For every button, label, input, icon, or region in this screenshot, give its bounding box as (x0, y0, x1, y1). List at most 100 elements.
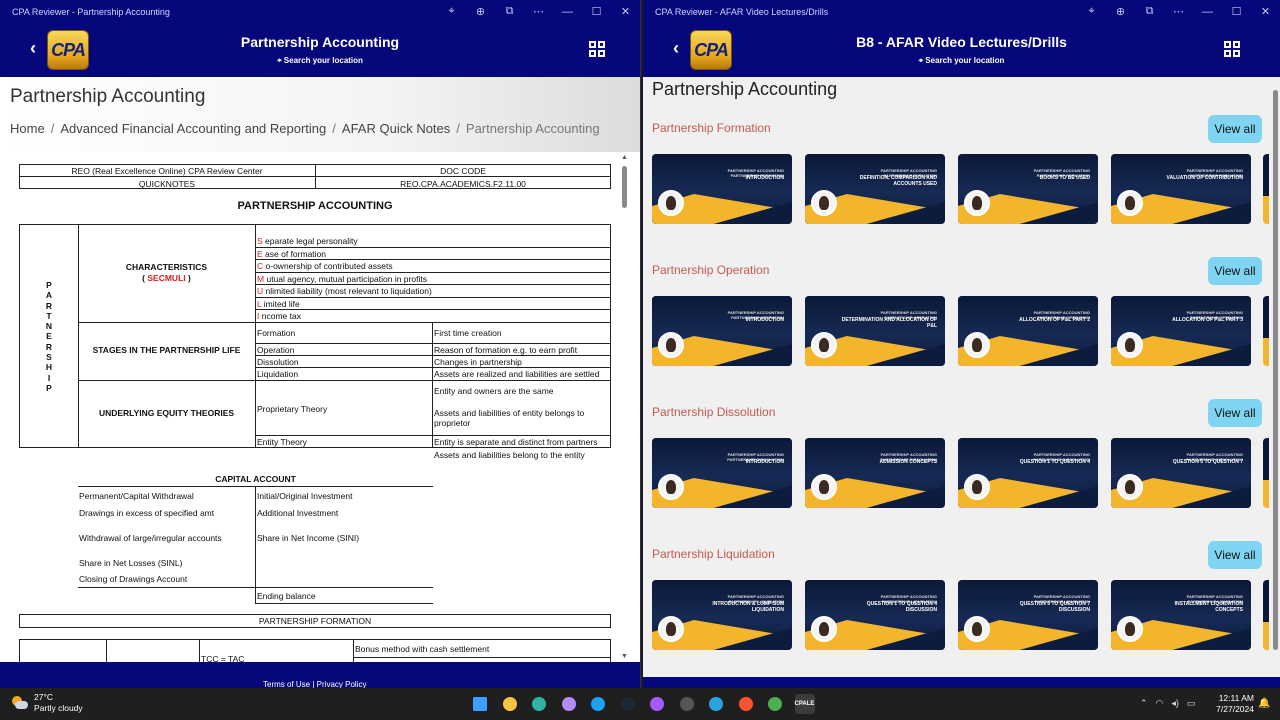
right-footer (643, 677, 1280, 688)
telegram-icon[interactable] (706, 694, 726, 714)
vertical-letter: S (46, 352, 52, 363)
breadcrumb-home[interactable]: Home (10, 121, 45, 136)
breadcrumb-afar[interactable]: Advanced Financial Accounting and Report… (60, 121, 326, 136)
stage-desc: Changes in partnership (434, 357, 522, 367)
section-title: Partnership Liquidation (652, 547, 775, 561)
cast-icon[interactable]: ⧉ (1135, 5, 1164, 18)
close-icon[interactable]: ✕ (611, 5, 640, 18)
cast-icon[interactable]: ⧉ (495, 5, 524, 18)
breadcrumb-quick-notes[interactable]: AFAR Quick Notes (342, 121, 450, 136)
app-drop-icon[interactable] (559, 694, 579, 714)
video-thumbnail[interactable]: PARTNERSHIP ACCOUNTING PARTNERSHIP OPERA… (1111, 296, 1251, 366)
instructor-avatar (964, 332, 990, 358)
video-title: QUESTION 5 TO QUESTION 7 (1172, 459, 1243, 465)
file-explorer-icon[interactable] (500, 694, 520, 714)
minimize-icon[interactable]: — (553, 6, 582, 18)
maximize-icon[interactable]: ☐ (1222, 5, 1251, 18)
weather-widget[interactable]: 27°C Partly cloudy (12, 692, 83, 714)
stage-name: Liquidation (257, 369, 299, 379)
characteristic-item: I ncome tax (257, 311, 301, 321)
scroll-thumb[interactable] (622, 166, 627, 208)
document-viewer[interactable]: REO (Real Excellence Online) CPA Review … (0, 152, 620, 662)
video-thumbnail[interactable]: PARTNERSHIP ACCOUNTING PARTNERSHIP FORMA… (1111, 154, 1251, 224)
vertical-letter: N (45, 321, 53, 332)
view-all-button[interactable]: View all (1208, 541, 1262, 569)
video-thumbnail-partial[interactable] (1263, 296, 1269, 366)
privacy-link[interactable]: Privacy Policy (317, 680, 367, 688)
messenger-icon[interactable] (647, 694, 667, 714)
maximize-icon[interactable]: ☐ (582, 5, 611, 18)
instructor-avatar (658, 616, 684, 642)
video-thumbnail[interactable]: PARTNERSHIP ACCOUNTING PARTNERSHIP DISSO… (1111, 438, 1251, 508)
video-thumbnail[interactable]: PARTNERSHIP ACCOUNTING PARTNERSHIP FORMA… (652, 154, 792, 224)
video-title: INTRODUCTION (745, 459, 784, 465)
view-all-button[interactable]: View all (1208, 399, 1262, 427)
video-thumbnail[interactable]: PARTNERSHIP ACCOUNTING PARTNERSHIP DISSO… (652, 438, 792, 508)
scroll-down-icon[interactable]: ▼ (621, 653, 628, 660)
video-thumbnail[interactable]: PARTNERSHIP ACCOUNTING PARTNERSHIP FORMA… (805, 154, 945, 224)
video-thumbnail[interactable]: PARTNERSHIP ACCOUNTING PARTNERSHIP LIQUI… (958, 580, 1098, 650)
window-title: CPA Reviewer - Partnership Accounting (12, 6, 170, 17)
video-thumbnail[interactable]: PARTNERSHIP ACCOUNTING PARTNERSHIP OPERA… (805, 296, 945, 366)
grid-menu-icon[interactable] (1224, 41, 1240, 57)
entity-desc-2: Assets and liabilities belong to the ent… (434, 450, 585, 460)
right-scrollbar[interactable] (1270, 77, 1280, 677)
more-icon[interactable]: ⋯ (1164, 5, 1193, 18)
video-thumbnail[interactable]: PARTNERSHIP ACCOUNTING PARTNERSHIP LIQUI… (1111, 580, 1251, 650)
location-search[interactable]: ⌖ Search your location (643, 56, 1280, 66)
battery-icon[interactable]: ▭ (1187, 698, 1196, 709)
video-thumbnail[interactable]: PARTNERSHIP ACCOUNTING PARTNERSHIP LIQUI… (652, 580, 792, 650)
view-all-button[interactable]: View all (1208, 257, 1262, 285)
zoom-icon[interactable]: ⊕ (1106, 5, 1135, 18)
characteristic-item: E ase of formation (257, 249, 326, 259)
location-search[interactable]: ⌖ Search your location (0, 56, 640, 66)
video-thumbnail[interactable]: PARTNERSHIP ACCOUNTING PARTNERSHIP LIQUI… (805, 580, 945, 650)
video-thumbnail-partial[interactable] (1263, 154, 1269, 224)
terms-link[interactable]: Terms of Use (263, 680, 310, 688)
video-thumbnail[interactable]: PARTNERSHIP ACCOUNTING PARTNERSHIP FORMA… (958, 154, 1098, 224)
location-pin-icon[interactable]: ⌖ (1077, 5, 1106, 18)
stage-name: Dissolution (257, 357, 299, 367)
instructor-avatar (1117, 474, 1143, 500)
instructor-avatar (658, 332, 684, 358)
characteristic-text: ase of formation (265, 249, 326, 259)
volume-icon[interactable]: ◂) (1171, 698, 1179, 709)
system-tray[interactable]: ⌃ ◠ ◂) ▭ (1140, 698, 1195, 709)
chrome-icon[interactable] (765, 694, 785, 714)
left-appbar: ‹ CPA Partnership Accounting ⌖ Search yo… (0, 23, 640, 77)
scroll-up-icon[interactable]: ▲ (621, 154, 628, 161)
skype-icon[interactable] (588, 694, 608, 714)
video-thumbnail-partial[interactable] (1263, 580, 1269, 650)
video-thumbnail[interactable]: PARTNERSHIP ACCOUNTING PARTNERSHIP DISSO… (958, 438, 1098, 508)
instructor-avatar (964, 190, 990, 216)
scroll-thumb[interactable] (1273, 90, 1278, 650)
characteristic-text: eparate legal personality (265, 236, 358, 246)
edge-icon[interactable] (529, 694, 549, 714)
video-thumbnail[interactable]: PARTNERSHIP ACCOUNTING PARTNERSHIP OPERA… (958, 296, 1098, 366)
brave-icon[interactable] (736, 694, 756, 714)
grid-menu-icon[interactable] (589, 41, 605, 57)
stages-label: STAGES IN THE PARTNERSHIP LIFE (92, 345, 241, 355)
video-thumbnail[interactable]: PARTNERSHIP ACCOUNTING PARTNERSHIP DISSO… (805, 438, 945, 508)
breadcrumb-current: Partnership Accounting (465, 121, 600, 136)
video-thumbnail-partial[interactable] (1263, 438, 1269, 508)
cube-app-icon[interactable] (677, 694, 697, 714)
view-all-button[interactable]: View all (1208, 115, 1262, 143)
cpa-app-icon[interactable]: CPALE (794, 694, 815, 714)
more-icon[interactable]: ⋯ (524, 5, 553, 18)
location-pin-icon[interactable]: ⌖ (437, 5, 466, 18)
capital-debit-item: Closing of Drawings Account (79, 574, 188, 584)
steam-icon[interactable] (618, 694, 638, 714)
document-scrollbar[interactable]: ▲ ▼ (620, 152, 630, 662)
clock[interactable]: 12:11 AM 7/27/2024 (1208, 693, 1254, 715)
wifi-icon[interactable]: ◠ (1156, 698, 1164, 709)
windows-start-icon[interactable] (470, 694, 490, 714)
video-thumbnail[interactable]: PARTNERSHIP ACCOUNTING PARTNERSHIP OPERA… (652, 296, 792, 366)
chevron-up-icon[interactable]: ⌃ (1140, 698, 1148, 709)
close-icon[interactable]: ✕ (1251, 5, 1280, 18)
notification-bell-icon[interactable]: 🔔 (1258, 698, 1270, 709)
zoom-icon[interactable]: ⊕ (466, 5, 495, 18)
minimize-icon[interactable]: — (1193, 6, 1222, 18)
capital-credit-item: Initial/Original Investment (257, 491, 353, 501)
characteristic-text: imited life (263, 299, 300, 309)
